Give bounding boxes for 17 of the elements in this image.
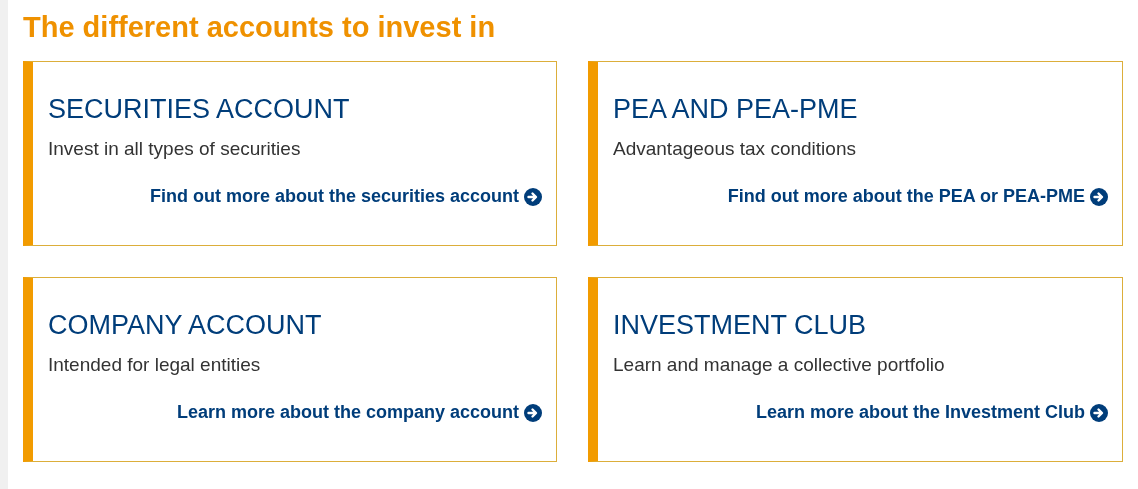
card-title: INVESTMENT CLUB [613,309,868,342]
card-description: Advantageous tax conditions [613,137,857,161]
arrow-circle-icon [524,403,542,422]
more-link[interactable]: Learn more about the Investment Club [755,399,1108,426]
card-title: COMPANY ACCOUNT [48,309,323,342]
arrow-circle-icon [1090,403,1108,422]
card-title: SECURITIES ACCOUNT [48,93,351,126]
more-link[interactable]: Find out more about the securities account [149,183,542,210]
card-title: PEA AND PEA-PME [613,93,859,126]
arrow-circle-icon [1090,187,1108,206]
card-description: Invest in all types of securities [48,137,302,161]
more-link[interactable]: Find out more about the PEA or PEA-PME [727,183,1108,210]
card-description: Intended for legal entities [48,353,262,377]
arrow-circle-icon [524,187,542,206]
more-link[interactable]: Learn more about the company account [176,399,542,426]
card-description: Learn and manage a collective portfolio [613,353,946,377]
section-heading: The different accounts to invest in [23,10,497,45]
